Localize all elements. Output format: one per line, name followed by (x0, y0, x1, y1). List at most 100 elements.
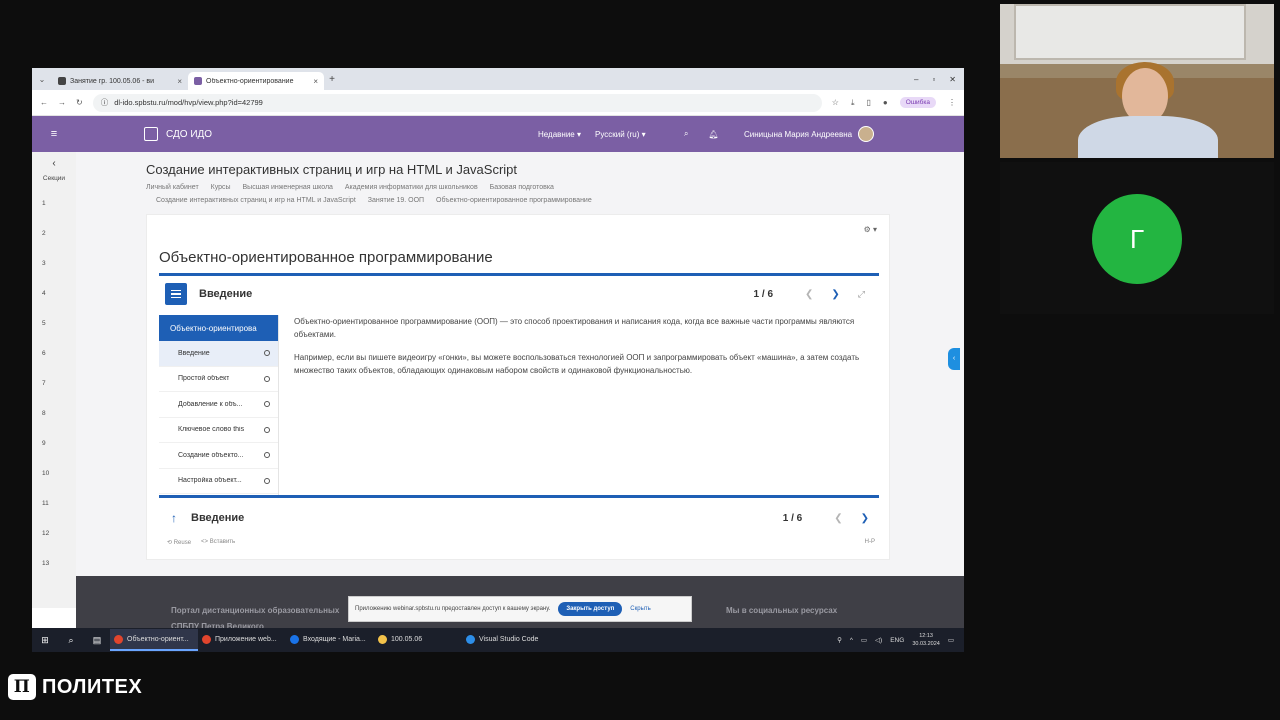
clock[interactable]: 12:13 30.03.2024 (912, 632, 940, 648)
breadcrumb-link[interactable]: Курсы (211, 184, 231, 191)
user-menu[interactable]: Синицына Мария Андреевна (744, 126, 875, 142)
section-number[interactable]: 1 (42, 200, 46, 207)
breadcrumb-link[interactable]: Высшая инженерная школа (243, 184, 333, 191)
language-menu[interactable]: Русский (ru) ▾ (595, 130, 646, 139)
taskbar-app[interactable]: Visual Studio Code (462, 629, 550, 651)
profile-icon[interactable]: ● (883, 98, 888, 107)
breadcrumb-link[interactable]: Создание интерактивных страниц и игр на … (156, 197, 356, 204)
section-number[interactable]: 9 (42, 440, 46, 447)
chevron-left-icon[interactable]: ❮ (834, 513, 842, 524)
fullscreen-icon[interactable]: ⤢ (858, 289, 865, 300)
chevron-left-icon[interactable]: ‹ (948, 348, 960, 370)
people-icon[interactable]: ⚲ (837, 636, 842, 644)
breadcrumb-link[interactable]: Академия информатики для школьников (345, 184, 478, 191)
toc-heading[interactable]: Объектно-ориентирова (159, 315, 278, 341)
restore-icon[interactable]: ▫ (932, 75, 935, 84)
reuse-button[interactable]: ⟲ Reuse (167, 539, 191, 546)
toc-item[interactable]: Настройка объект... (159, 469, 278, 494)
chevron-right-icon[interactable]: ❯ (861, 513, 869, 524)
taskbar-app[interactable]: Входящие - Maria... (286, 629, 374, 651)
stop-sharing-button[interactable]: Закрыть доступ (558, 602, 623, 616)
browser-tab-0[interactable]: Занятие гр. 100.05.06 - ви × (52, 72, 188, 90)
windows-taskbar: ⊞ ⌕ ▤ Объектно-ориент... Приложение web.… (32, 628, 964, 652)
section-number[interactable]: 8 (42, 410, 46, 417)
gear-icon[interactable]: ⚙ ▾ (864, 225, 877, 234)
search-icon[interactable]: ⌕ (58, 635, 84, 646)
hamburger-menu-icon[interactable]: ≡ (32, 128, 76, 140)
bell-icon[interactable]: 🔔︎ (708, 130, 718, 139)
volume-icon[interactable]: ◁) (875, 636, 882, 644)
new-tab-icon[interactable]: + (324, 74, 340, 85)
status-circle-icon (264, 350, 270, 357)
notifications-icon[interactable]: ▭ (948, 636, 954, 644)
embed-button[interactable]: <> Вставить (201, 539, 235, 546)
toc-item-label: Добавление к объ... (178, 400, 243, 408)
reload-icon[interactable]: ↻ (76, 98, 83, 107)
divider (278, 315, 279, 497)
section-number[interactable]: 3 (42, 260, 46, 267)
status-circle-icon (264, 401, 270, 408)
section-number[interactable]: 12 (42, 530, 49, 537)
arrow-up-icon[interactable]: ↑ (171, 511, 177, 525)
book-footer: ↑ Введение 1 / 6 ❮ ❯ (159, 503, 879, 533)
chevron-left-icon[interactable]: ❮ (805, 289, 813, 300)
toc-item[interactable]: Простой объект (159, 367, 278, 392)
wiki-favicon-icon (58, 77, 66, 85)
toc-item[interactable]: Создание объекто... (159, 443, 278, 469)
clock-time: 12:13 (919, 633, 933, 639)
sidepanel-icon[interactable]: ▯ (867, 98, 871, 107)
chevron-left-icon[interactable]: ‹ (32, 158, 76, 169)
toc-item[interactable]: Ключевое слово this (159, 418, 278, 443)
error-badge[interactable]: Ошибка (899, 97, 936, 108)
search-icon[interactable]: ⌕ (684, 129, 688, 139)
url-field[interactable]: ⓘ dl-ido.spbstu.ru/mod/hvp/view.php?id=4… (92, 93, 822, 112)
close-tab-icon[interactable]: × (313, 77, 318, 86)
breadcrumb-link[interactable]: Занятие 19. ООП (368, 197, 424, 204)
section-number[interactable]: 4 (42, 290, 46, 297)
recent-menu[interactable]: Недавние ▾ (538, 130, 581, 139)
section-number[interactable]: 7 (42, 380, 46, 387)
section-number[interactable]: 10 (42, 470, 49, 477)
breadcrumb-link[interactable]: Объектно-ориентированное программировани… (436, 197, 592, 204)
back-icon[interactable]: ← (40, 98, 48, 107)
browser-menu-icon[interactable]: ⋮ (948, 98, 956, 107)
close-tab-icon[interactable]: × (177, 77, 182, 86)
book-header: Введение 1 / 6 ❮ ❯ ⤢ (159, 279, 879, 309)
taskbar-app[interactable]: 100.05.06 (374, 629, 462, 651)
windows-start-icon[interactable]: ⊞ (32, 635, 58, 646)
taskbar-app[interactable]: Объектно-ориент... (110, 629, 198, 651)
section-number[interactable]: 5 (42, 320, 46, 327)
hide-button[interactable]: Скрыть (630, 606, 650, 612)
window-controls: – ▫ ✕ (914, 75, 964, 84)
task-view-icon[interactable]: ▤ (84, 635, 110, 646)
section-number[interactable]: 11 (42, 500, 49, 507)
minimize-icon[interactable]: – (914, 75, 918, 84)
section-number[interactable]: 6 (42, 350, 46, 357)
site-logo[interactable]: СДО ИДО (144, 127, 212, 141)
tab-search-icon[interactable]: ⌄ (32, 75, 52, 84)
h5p-logo[interactable]: H-P (865, 539, 875, 545)
close-window-icon[interactable]: ✕ (949, 75, 956, 84)
brand-logo-icon: П (8, 674, 36, 700)
bookmark-star-icon[interactable]: ☆ (832, 98, 839, 107)
chevron-up-icon[interactable]: ^ (850, 637, 853, 644)
progress-bar-bottom (159, 495, 879, 498)
download-icon[interactable]: ⤓ (851, 98, 855, 108)
breadcrumb-link[interactable]: Личный кабинет (146, 184, 199, 191)
site-info-icon[interactable]: ⓘ (101, 97, 109, 108)
toc-item[interactable]: Введение (159, 341, 278, 367)
forward-icon[interactable]: → (58, 98, 66, 107)
section-number[interactable]: 2 (42, 230, 46, 237)
breadcrumb-link[interactable]: Базовая подготовка (490, 184, 554, 191)
language-indicator[interactable]: ENG (890, 637, 904, 644)
network-icon[interactable]: ▭ (861, 636, 867, 644)
participant-tile[interactable]: Г (1000, 162, 1274, 314)
section-number[interactable]: 13 (42, 560, 49, 567)
chevron-right-icon[interactable]: ❯ (831, 289, 839, 300)
status-circle-icon (264, 375, 270, 382)
browser-tab-1[interactable]: Объектно-ориентирование × (188, 72, 324, 90)
taskbar-app[interactable]: Приложение web... (198, 629, 286, 651)
toc-item[interactable]: Добавление к объ... (159, 392, 278, 418)
toc-toggle-button[interactable] (165, 283, 187, 305)
whiteboard (1014, 4, 1246, 60)
